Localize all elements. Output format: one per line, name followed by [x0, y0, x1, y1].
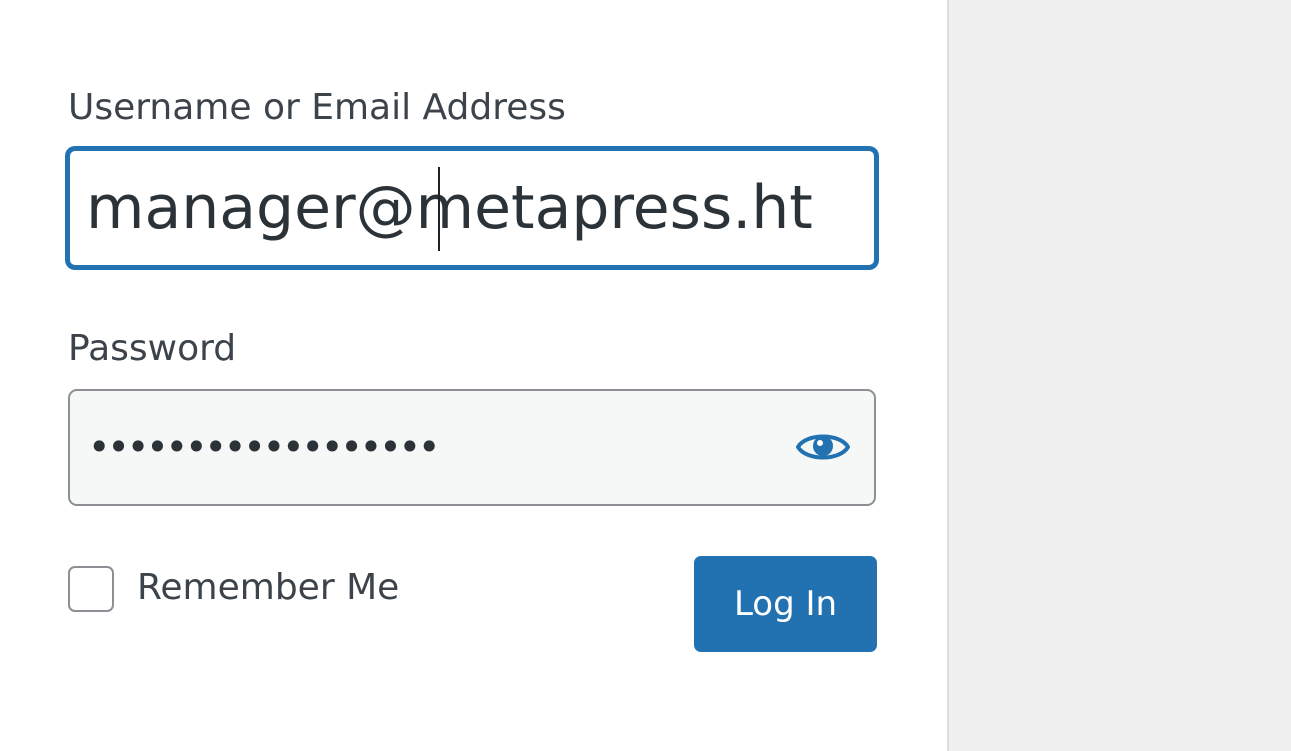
eye-icon	[796, 434, 850, 460]
username-input[interactable]	[70, 151, 874, 265]
username-field[interactable]	[66, 147, 878, 269]
text-caret	[438, 167, 440, 251]
username-label: Username or Email Address	[68, 87, 566, 128]
login-button[interactable]: Log In	[694, 556, 877, 652]
login-form-panel: Username or Email Address Password •••••…	[0, 0, 949, 751]
remember-me-label[interactable]: Remember Me	[137, 570, 399, 606]
login-page: Username or Email Address Password •••••…	[0, 0, 1291, 751]
password-field[interactable]: ••••••••••••••••••	[68, 389, 876, 506]
password-label: Password	[68, 328, 237, 369]
background-area	[951, 0, 1291, 751]
show-password-button[interactable]	[794, 421, 852, 473]
remember-me-checkbox[interactable]	[68, 566, 114, 612]
password-masked-value[interactable]: ••••••••••••••••••	[88, 391, 440, 504]
